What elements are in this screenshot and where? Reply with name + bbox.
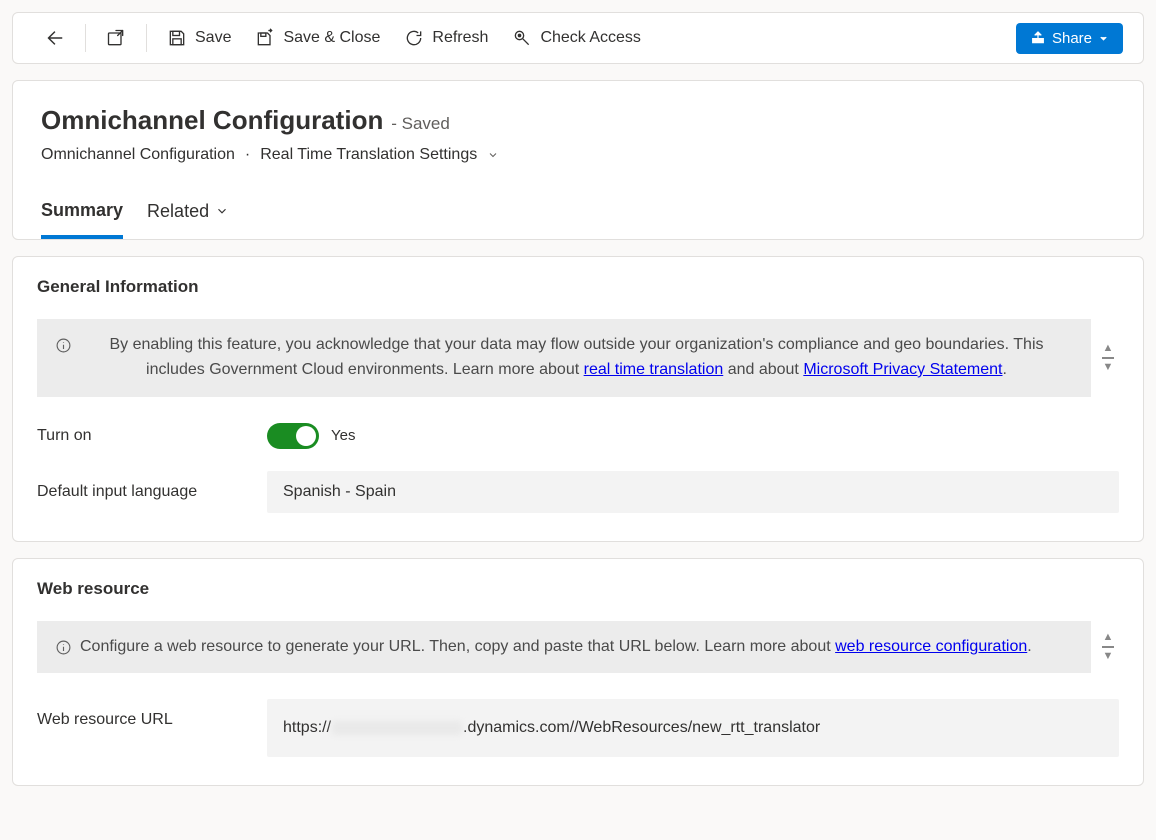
command-bar: Save Save & Close Refresh Check Access S… bbox=[12, 12, 1144, 64]
chevron-down-icon bbox=[1098, 33, 1109, 44]
default-language-select[interactable]: Spanish - Spain bbox=[267, 471, 1119, 513]
breadcrumb-form[interactable]: Real Time Translation Settings bbox=[260, 146, 477, 164]
page-title: Omnichannel Configuration bbox=[41, 105, 383, 136]
url-suffix: .dynamics.com//WebResources/new_rtt_tran… bbox=[463, 719, 820, 736]
web-resource-url-input[interactable]: https:// .dynamics.com//WebResources/new_… bbox=[267, 699, 1119, 757]
breadcrumb: Omnichannel Configuration · Real Time Tr… bbox=[41, 146, 1115, 164]
tab-summary[interactable]: Summary bbox=[41, 190, 123, 239]
save-close-button[interactable]: Save & Close bbox=[245, 22, 390, 54]
tab-related-label: Related bbox=[147, 201, 209, 222]
url-prefix: https:// bbox=[283, 719, 331, 736]
scroll-up-icon: ▲ bbox=[1103, 632, 1114, 643]
turn-on-label: Turn on bbox=[37, 427, 267, 445]
section-general: General Information By enabling this fea… bbox=[12, 256, 1144, 542]
scroll-down-icon: ▼ bbox=[1103, 651, 1114, 662]
save-button[interactable]: Save bbox=[157, 22, 241, 54]
turn-on-value: Yes bbox=[331, 427, 355, 444]
save-label: Save bbox=[195, 29, 231, 47]
share-button[interactable]: Share bbox=[1016, 23, 1123, 54]
field-default-language: Default input language Spanish - Spain bbox=[37, 471, 1119, 513]
scroll-down-icon: ▼ bbox=[1103, 362, 1114, 373]
check-access-label: Check Access bbox=[540, 29, 640, 47]
share-icon bbox=[1030, 30, 1046, 46]
check-access-icon bbox=[512, 28, 532, 48]
wr-info-text-1: Configure a web resource to generate you… bbox=[80, 638, 835, 655]
chevron-down-icon[interactable] bbox=[487, 149, 499, 161]
link-real-time-translation[interactable]: real time translation bbox=[584, 361, 724, 378]
info-text-2: and about bbox=[723, 361, 803, 378]
check-access-button[interactable]: Check Access bbox=[502, 22, 650, 54]
breadcrumb-separator: · bbox=[245, 146, 250, 164]
section-title-web-resource: Web resource bbox=[37, 579, 1119, 599]
tab-summary-label: Summary bbox=[41, 200, 123, 221]
wr-info-period: . bbox=[1027, 638, 1031, 655]
save-icon bbox=[167, 28, 187, 48]
saved-status: - Saved bbox=[391, 114, 450, 133]
refresh-label: Refresh bbox=[432, 29, 488, 47]
open-new-window-button[interactable] bbox=[96, 22, 136, 54]
record-header: Omnichannel Configuration - Saved Omnich… bbox=[12, 80, 1144, 240]
url-redacted bbox=[332, 721, 462, 735]
scroll-up-icon: ▲ bbox=[1103, 343, 1114, 354]
field-web-resource-url: Web resource URL https:// .dynamics.com//… bbox=[37, 699, 1119, 757]
arrow-left-icon bbox=[43, 27, 65, 49]
section-title-general: General Information bbox=[37, 277, 1119, 297]
default-language-label: Default input language bbox=[37, 483, 267, 501]
separator bbox=[146, 24, 147, 52]
popout-icon bbox=[106, 28, 126, 48]
save-close-label: Save & Close bbox=[283, 29, 380, 47]
web-resource-url-label: Web resource URL bbox=[37, 699, 267, 729]
info-banner-web-resource: Configure a web resource to generate you… bbox=[37, 621, 1091, 674]
scroll-track-icon bbox=[1102, 357, 1114, 359]
section-web-resource: Web resource Configure a web resource to… bbox=[12, 558, 1144, 787]
refresh-icon bbox=[404, 28, 424, 48]
back-button[interactable] bbox=[33, 21, 75, 55]
turn-on-toggle[interactable] bbox=[267, 423, 319, 449]
chevron-down-icon bbox=[215, 204, 229, 218]
breadcrumb-entity: Omnichannel Configuration bbox=[41, 146, 235, 164]
separator bbox=[85, 24, 86, 52]
share-label: Share bbox=[1052, 30, 1092, 47]
link-privacy-statement[interactable]: Microsoft Privacy Statement bbox=[803, 361, 1002, 378]
info-icon bbox=[55, 337, 72, 354]
info-period: . bbox=[1003, 361, 1007, 378]
toggle-knob bbox=[296, 426, 316, 446]
scroll-track-icon bbox=[1102, 646, 1114, 648]
info-icon bbox=[55, 639, 72, 656]
tab-related[interactable]: Related bbox=[147, 190, 229, 239]
info-banner-general: By enabling this feature, you acknowledg… bbox=[37, 319, 1091, 397]
save-close-icon bbox=[255, 28, 275, 48]
link-web-resource-config[interactable]: web resource configuration bbox=[835, 638, 1027, 655]
refresh-button[interactable]: Refresh bbox=[394, 22, 498, 54]
field-turn-on: Turn on Yes bbox=[37, 423, 1119, 449]
scroll-indicator[interactable]: ▲ ▼ bbox=[1097, 319, 1119, 397]
tab-list: Summary Related bbox=[41, 190, 1115, 239]
scroll-indicator[interactable]: ▲ ▼ bbox=[1097, 621, 1119, 674]
